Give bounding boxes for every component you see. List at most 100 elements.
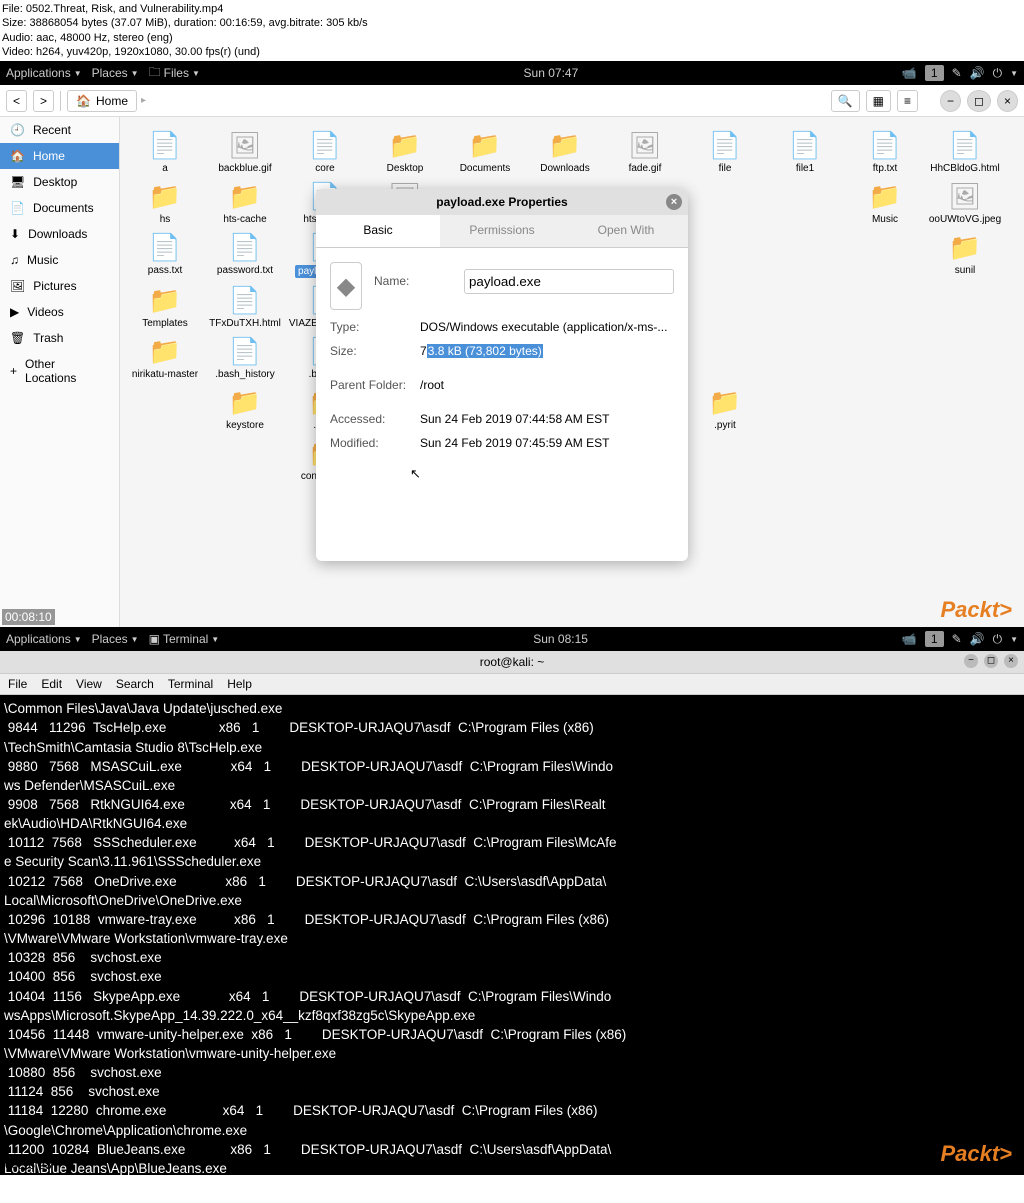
type-label: Type: bbox=[330, 320, 420, 334]
sidebar-item-music[interactable]: ♫Music bbox=[0, 247, 119, 273]
tool-icon-2[interactable]: ✎ bbox=[952, 632, 962, 646]
file--pyrit[interactable]: 📁.pyrit bbox=[690, 384, 760, 431]
tab-permissions[interactable]: Permissions bbox=[440, 215, 564, 247]
clock-2[interactable]: Sun 08:15 bbox=[219, 632, 902, 646]
term-menu-search[interactable]: Search bbox=[116, 677, 154, 691]
file-keystore[interactable]: 📁keystore bbox=[210, 384, 280, 431]
maximize-button[interactable]: ◻ bbox=[967, 90, 991, 112]
file-Desktop[interactable]: 📁Desktop bbox=[370, 127, 440, 174]
volume-icon[interactable]: 🔊 bbox=[970, 66, 985, 80]
dialog-title: payload.exe Properties bbox=[436, 195, 567, 209]
term-min-button[interactable]: − bbox=[964, 654, 978, 668]
file-hs[interactable]: 📁hs bbox=[130, 178, 200, 225]
file-Music[interactable]: 📁Music bbox=[850, 178, 920, 225]
tool-icon[interactable]: ✎ bbox=[952, 66, 962, 80]
file-password-txt[interactable]: 📄password.txt bbox=[210, 229, 280, 278]
gnome-topbar: Applications▼ Places▼ 🗀 Files▼ Sun 07:47… bbox=[0, 61, 1024, 85]
record-icon-2[interactable]: 📹 bbox=[902, 632, 917, 646]
applications-menu-2[interactable]: Applications▼ bbox=[6, 632, 82, 646]
terminal-window: root@kali: ~ − ◻ × File Edit View Search Ter… bbox=[0, 651, 1024, 1175]
name-input[interactable] bbox=[464, 269, 674, 294]
size-value: 73.8 kB (73,802 bytes) bbox=[420, 344, 674, 358]
terminal-menubar: File Edit View Search Terminal Help bbox=[0, 674, 1024, 695]
tab-openwith[interactable]: Open With bbox=[564, 215, 688, 247]
workspace-badge-2[interactable]: 1 bbox=[925, 631, 944, 647]
term-close-button[interactable]: × bbox=[1004, 654, 1018, 668]
term-menu-edit[interactable]: Edit bbox=[41, 677, 62, 691]
watermark-2: Packt> bbox=[940, 1138, 1012, 1169]
timestamp-2: 00:16:28 bbox=[2, 1157, 55, 1173]
volume-icon-2[interactable]: 🔊 bbox=[970, 632, 985, 646]
file-ftp-txt[interactable]: 📄ftp.txt bbox=[850, 127, 920, 174]
media-info: File: 0502.Threat, Risk, and Vulnerabili… bbox=[0, 0, 1024, 61]
record-icon[interactable]: 📹 bbox=[902, 66, 917, 80]
media-file: File: 0502.Threat, Risk, and Vulnerabili… bbox=[2, 2, 1022, 16]
dialog-close-button[interactable]: × bbox=[666, 194, 682, 210]
sidebar-item-documents[interactable]: 📄Documents bbox=[0, 195, 119, 221]
terminal-titlebar[interactable]: root@kali: ~ − ◻ × bbox=[0, 651, 1024, 674]
term-menu-help[interactable]: Help bbox=[227, 677, 252, 691]
breadcrumb-home[interactable]: 🏠 Home bbox=[67, 90, 137, 112]
file-ooUWtoVG-jpeg[interactable]: 🖼ooUWtoVG.jpeg bbox=[930, 178, 1000, 225]
chevron-right-icon: ▸ bbox=[141, 95, 146, 106]
terminal-menu[interactable]: ▣ Terminal▼ bbox=[149, 632, 220, 646]
forward-button[interactable]: > bbox=[33, 90, 54, 112]
parent-value: /root bbox=[420, 378, 674, 392]
sidebar-item-recent[interactable]: 🕘Recent bbox=[0, 117, 119, 143]
term-max-button[interactable]: ◻ bbox=[984, 654, 998, 668]
minimize-button[interactable]: − bbox=[940, 90, 961, 112]
file-core[interactable]: 📄core bbox=[290, 127, 360, 174]
term-menu-file[interactable]: File bbox=[8, 677, 27, 691]
hamburger-button[interactable]: ≡ bbox=[897, 90, 918, 112]
search-button[interactable]: 🔍 bbox=[831, 90, 860, 112]
file-manager: < > 🏠 Home ▸ 🔍 ▦ ≡ − ◻ × 🕘Recent🏠Home🖥De… bbox=[0, 85, 1024, 627]
file-HhCBldoG-html[interactable]: 📄HhCBldoG.html bbox=[930, 127, 1000, 174]
media-audio: Audio: aac, 48000 Hz, stereo (eng) bbox=[2, 31, 1022, 45]
watermark: Packt> bbox=[940, 597, 1012, 623]
sidebar-item-home[interactable]: 🏠Home bbox=[0, 143, 119, 169]
file-Templates[interactable]: 📁Templates bbox=[130, 282, 200, 329]
term-menu-terminal[interactable]: Terminal bbox=[168, 677, 213, 691]
desktop-1: Applications▼ Places▼ 🗀 Files▼ Sun 07:47… bbox=[0, 61, 1024, 627]
file-file1[interactable]: 📄file1 bbox=[770, 127, 840, 174]
power-icon[interactable]: ⏻ bbox=[993, 66, 1003, 81]
sidebar-item-other-locations[interactable]: +Other Locations bbox=[0, 351, 119, 391]
file-hts-cache[interactable]: 📁hts-cache bbox=[210, 178, 280, 225]
sidebar-item-desktop[interactable]: 🖥Desktop bbox=[0, 169, 119, 195]
file-Documents[interactable]: 📁Documents bbox=[450, 127, 520, 174]
back-button[interactable]: < bbox=[6, 90, 27, 112]
system-menu[interactable]: ▼ bbox=[1010, 69, 1018, 78]
sidebar: 🕘Recent🏠Home🖥Desktop📄Documents⬇Downloads… bbox=[0, 117, 120, 627]
sidebar-item-pictures[interactable]: 🖼Pictures bbox=[0, 273, 119, 299]
terminal-output[interactable]: \Common Files\Java\Java Update\jusched.e… bbox=[0, 695, 1024, 1175]
dialog-titlebar[interactable]: payload.exe Properties × bbox=[316, 189, 688, 215]
file-file[interactable]: 📄file bbox=[690, 127, 760, 174]
view-grid-button[interactable]: ▦ bbox=[866, 90, 891, 112]
places-menu-2[interactable]: Places▼ bbox=[92, 632, 139, 646]
power-icon-2[interactable]: ⏻ bbox=[993, 632, 1003, 647]
timestamp-1: 00:08:10 bbox=[2, 609, 55, 625]
modified-label: Modified: bbox=[330, 436, 420, 450]
workspace-badge[interactable]: 1 bbox=[925, 65, 944, 81]
file-sunil[interactable]: 📁sunil bbox=[930, 229, 1000, 278]
file-a[interactable]: 📄a bbox=[130, 127, 200, 174]
term-menu-view[interactable]: View bbox=[76, 677, 102, 691]
close-button[interactable]: × bbox=[997, 90, 1018, 112]
file-TFxDuTXH-html[interactable]: 📄TFxDuTXH.html bbox=[210, 282, 280, 329]
file-backblue-gif[interactable]: 🖼backblue.gif bbox=[210, 127, 280, 174]
sidebar-item-videos[interactable]: ▶Videos bbox=[0, 299, 119, 325]
file--bash-history[interactable]: 📄.bash_history bbox=[210, 333, 280, 380]
sidebar-item-downloads[interactable]: ⬇Downloads bbox=[0, 221, 119, 247]
clock[interactable]: Sun 07:47 bbox=[200, 66, 902, 80]
file-Downloads[interactable]: 📁Downloads bbox=[530, 127, 600, 174]
sidebar-item-trash[interactable]: 🗑Trash bbox=[0, 325, 119, 351]
tab-basic[interactable]: Basic bbox=[316, 215, 440, 247]
file-fade-gif[interactable]: 🖼fade.gif bbox=[610, 127, 680, 174]
files-menu[interactable]: 🗀 Files▼ bbox=[149, 63, 200, 84]
places-menu[interactable]: Places▼ bbox=[92, 66, 139, 80]
file-nirikatu-master[interactable]: 📁nirikatu-master bbox=[130, 333, 200, 380]
terminal-title: root@kali: ~ bbox=[480, 655, 545, 669]
file-pass-txt[interactable]: 📄pass.txt bbox=[130, 229, 200, 278]
system-menu-2[interactable]: ▼ bbox=[1010, 635, 1018, 644]
applications-menu[interactable]: Applications▼ bbox=[6, 66, 82, 80]
